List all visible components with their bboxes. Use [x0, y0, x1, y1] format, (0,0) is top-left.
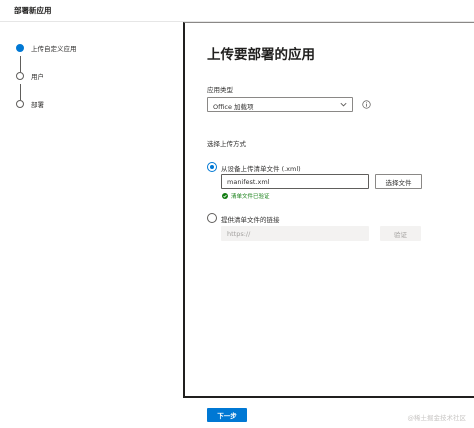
- step-label: 用户: [31, 73, 44, 81]
- step-label: 上传自定义应用: [31, 45, 77, 53]
- step-users[interactable]: 用户: [16, 71, 44, 81]
- provide-link-label[interactable]: 提供清单文件的链接: [221, 214, 280, 224]
- chevron-down-icon: [340, 102, 347, 107]
- watermark: @稀土掘金技术社区: [407, 414, 467, 422]
- app-type-label: 应用类型: [207, 86, 233, 94]
- validate-link-button[interactable]: 验证: [380, 226, 421, 241]
- next-button[interactable]: 下一步: [207, 408, 247, 422]
- upload-from-device-label[interactable]: 从设备上传清单文件 (.xml): [221, 163, 301, 173]
- upload-from-device-radio[interactable]: [207, 162, 217, 172]
- step-connector: [19, 84, 21, 100]
- step-dot-icon: [16, 100, 24, 108]
- wizard-title: 部署新应用: [14, 6, 52, 15]
- step-dot-icon: [16, 72, 24, 80]
- step-deploy[interactable]: 部署: [16, 99, 44, 109]
- step-active-dot-icon: [16, 44, 24, 52]
- upload-method-label: 选择上传方式: [207, 140, 246, 148]
- wizard-footer: 下一步 @稀土掘金技术社区: [0, 398, 474, 428]
- wizard-header: 部署新应用: [0, 0, 474, 22]
- step-label: 部署: [31, 101, 44, 109]
- check-circle-icon: [222, 193, 228, 199]
- step-upload-custom-app[interactable]: 上传自定义应用: [16, 43, 77, 53]
- manifest-url-input[interactable]: [221, 226, 369, 241]
- provide-link-radio[interactable]: [207, 213, 217, 223]
- app-type-selected-value: Office 加载项: [213, 103, 254, 111]
- wizard-steps-sidebar: 上传自定义应用 用户 部署: [0, 22, 183, 398]
- choose-file-button[interactable]: 选择文件: [375, 174, 422, 189]
- validation-message: 清单文件已验证: [231, 194, 270, 200]
- app-type-dropdown[interactable]: Office 加载项: [207, 97, 353, 112]
- validation-status: 清单文件已验证: [222, 192, 270, 200]
- upload-app-panel: 上传要部署的应用 应用类型 Office 加载项 选择上传方式 从设备上传清单文…: [183, 22, 474, 398]
- manifest-file-input[interactable]: [221, 174, 369, 189]
- page-title: 上传要部署的应用: [207, 47, 315, 63]
- step-connector: [19, 56, 21, 72]
- info-icon[interactable]: [362, 100, 371, 109]
